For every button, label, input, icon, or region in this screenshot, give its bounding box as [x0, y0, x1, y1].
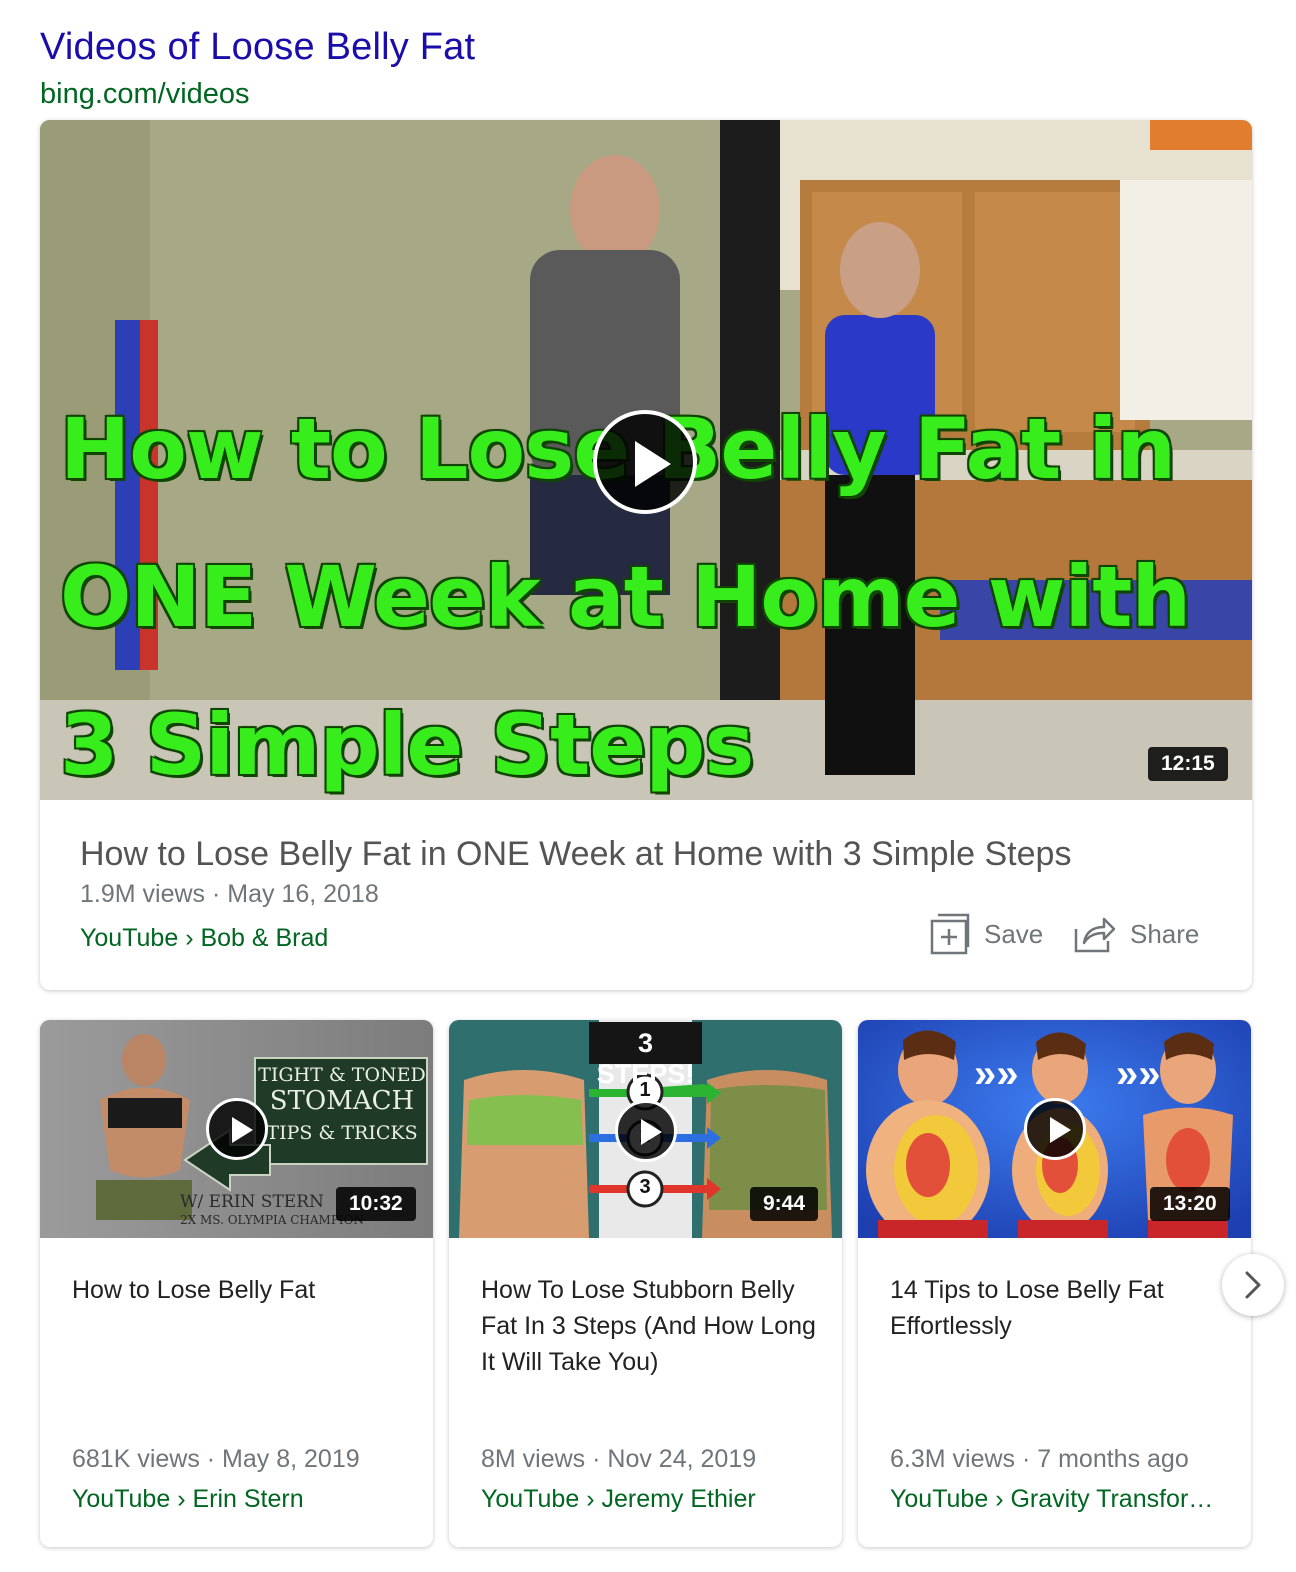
- featured-video-source[interactable]: YouTube › Bob & Brad: [80, 924, 328, 953]
- duration-badge: 12:15: [1148, 747, 1228, 781]
- progress-arrows: »»: [974, 1052, 1019, 1096]
- progress-arrows: »»: [1116, 1052, 1161, 1096]
- featured-video-title[interactable]: How to Lose Belly Fat in ONE Week at Hom…: [80, 835, 1071, 874]
- video-title[interactable]: How To Lose Stubborn Belly Fat In 3 Step…: [481, 1272, 821, 1380]
- add-box-icon: [930, 913, 970, 955]
- featured-video-meta: 1.9M views · May 16, 2018: [80, 880, 379, 908]
- caption-line: W/ ERIN STERN: [180, 1192, 324, 1212]
- step-number: 3: [639, 1176, 651, 1198]
- video-thumbnail[interactable]: 3 STEPS! 1 2 3 9:44: [449, 1020, 842, 1238]
- carousel-next-button[interactable]: [1222, 1254, 1284, 1316]
- thumbnail-caption: TIGHT & TONED STOMACH TIPS & TRICKS: [258, 1064, 426, 1144]
- video-card[interactable]: 3 STEPS! 1 2 3 9:44 How To Lose Stubborn…: [449, 1020, 842, 1547]
- video-card[interactable]: »» »» 13:20 14 Tips to Lose Belly Fat Ef…: [858, 1020, 1251, 1547]
- share-label: Share: [1130, 918, 1200, 949]
- section-title-link[interactable]: Videos of Loose Belly Fat: [40, 26, 475, 69]
- play-icon[interactable]: [1024, 1098, 1086, 1160]
- caption-line: 3 Simple Steps: [60, 696, 754, 794]
- caption-line: TIPS & TRICKS: [266, 1122, 418, 1144]
- play-icon[interactable]: [206, 1098, 268, 1160]
- featured-video-thumbnail[interactable]: How to Lose Belly Fat in ONE Week at Hom…: [40, 120, 1252, 800]
- play-icon[interactable]: [593, 410, 697, 514]
- caption-line: TIGHT & TONED: [258, 1064, 426, 1086]
- share-button[interactable]: Share: [1074, 910, 1199, 958]
- play-icon[interactable]: [615, 1100, 677, 1162]
- video-title[interactable]: How to Lose Belly Fat: [72, 1272, 412, 1308]
- video-thumbnail[interactable]: »» »» 13:20: [858, 1020, 1251, 1238]
- step-number: 1: [639, 1079, 651, 1101]
- video-meta: 8M views · Nov 24, 2019: [481, 1445, 757, 1473]
- video-card[interactable]: TIGHT & TONED STOMACH TIPS & TRICKS W/ E…: [40, 1020, 433, 1547]
- video-meta: 681K views · May 8, 2019: [72, 1445, 360, 1473]
- duration-badge: 9:44: [750, 1187, 819, 1221]
- featured-video-card[interactable]: How to Lose Belly Fat in ONE Week at Hom…: [40, 120, 1252, 990]
- duration-badge: 10:32: [336, 1187, 416, 1221]
- duration-badge: 13:20: [1150, 1187, 1230, 1221]
- video-source[interactable]: YouTube › Erin Stern: [72, 1485, 304, 1514]
- save-button[interactable]: Save: [930, 910, 1043, 958]
- share-arrow-icon: [1074, 917, 1116, 953]
- caption-line: ONE Week at Home with: [60, 548, 1191, 646]
- video-meta: 6.3M views · 7 months ago: [890, 1445, 1189, 1473]
- video-thumbnail[interactable]: TIGHT & TONED STOMACH TIPS & TRICKS W/ E…: [40, 1020, 433, 1238]
- section-url: bing.com/videos: [40, 78, 250, 110]
- chevron-right-icon: [1245, 1271, 1261, 1299]
- video-title[interactable]: 14 Tips to Lose Belly Fat Effortlessly: [890, 1272, 1230, 1344]
- video-source[interactable]: YouTube › Jeremy Ethier: [481, 1485, 756, 1514]
- video-source[interactable]: YouTube › Gravity Transfor…: [890, 1485, 1213, 1514]
- save-label: Save: [984, 918, 1044, 949]
- caption-line: STOMACH: [269, 1086, 415, 1116]
